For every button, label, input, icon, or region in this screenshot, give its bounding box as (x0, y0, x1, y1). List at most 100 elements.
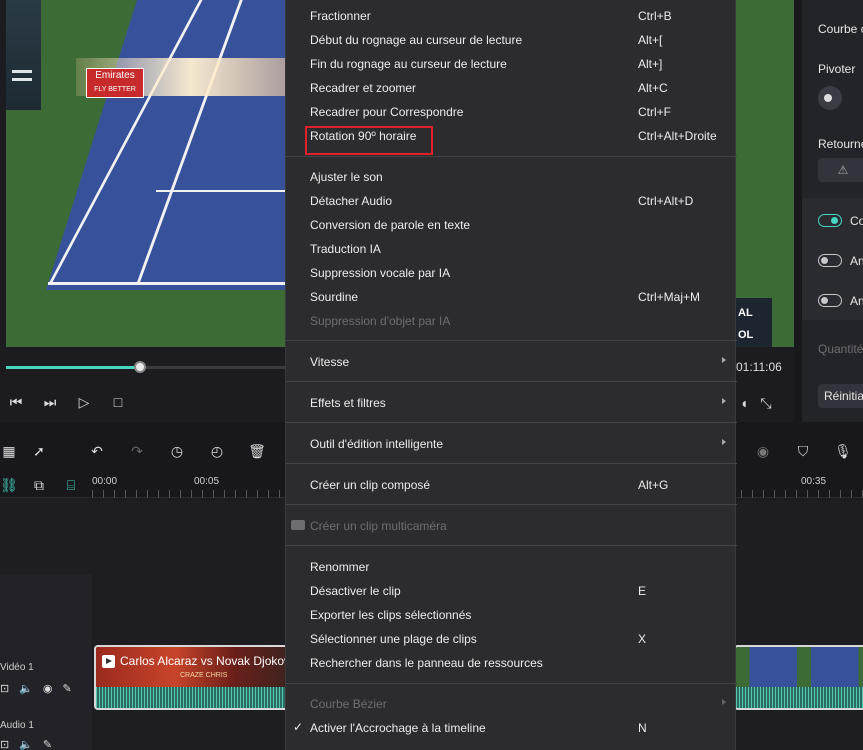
audio-waveform (736, 687, 863, 708)
menu-item-split[interactable]: Fractionner Ctrl+B (286, 4, 737, 28)
menu-item-shortcut: Ctrl+Alt+D (638, 194, 694, 208)
link-icon[interactable]: ⛓ (0, 476, 18, 494)
clip-play-icon (102, 655, 115, 668)
menu-item-adjust-audio[interactable]: Ajuster le son (286, 165, 737, 189)
preview-panel: Emirates FLY BETTER ⏮ ⏭ ▷ □ (0, 0, 290, 422)
menu-item-export-selected[interactable]: Exporter les clips sélectionnés (286, 603, 737, 627)
banner-subtext: FLY BETTER (94, 86, 136, 93)
menu-item-label: Sourdine (310, 290, 359, 304)
volume-icon[interactable]: ◖ (736, 395, 752, 411)
rotate-knob[interactable] (818, 86, 842, 110)
menu-item-find-in-resources[interactable]: Rechercher dans le panneau de ressources (286, 651, 737, 675)
timer-icon[interactable]: ◷ (168, 442, 186, 460)
quantity-label: Quantité (818, 342, 863, 356)
toggle-1-label: Co (850, 214, 863, 228)
render-icon[interactable]: ◉ (754, 442, 772, 460)
submenu-arrow-icon (722, 398, 726, 404)
snap-icon[interactable]: ⌸ (62, 476, 80, 494)
menu-item-effects-filters[interactable]: Effets et filtres (286, 391, 737, 415)
court-baseline (48, 282, 288, 285)
menu-item-label: Traduction IA (310, 242, 381, 256)
microphone-icon[interactable]: 🎙 (834, 442, 852, 460)
menu-item-speed[interactable]: Vitesse (286, 350, 737, 374)
menu-item-timeline-snapping[interactable]: ✓ Activer l'Accrochage à la timeline N (286, 716, 737, 740)
menu-item-label: Fin du rognage au curseur de lecture (310, 57, 507, 71)
magic-icon[interactable]: ✎ (43, 739, 62, 750)
menu-item-trim-end[interactable]: Fin du rognage au curseur de lecture Alt+… (286, 52, 737, 76)
next-frame-icon[interactable]: ⏭ (42, 394, 58, 410)
flip-icon: ⚠ (837, 163, 849, 177)
menu-item-shortcut: Alt+] (638, 57, 663, 71)
tick-label: 00:35 (801, 476, 827, 487)
video-clip-2[interactable] (734, 645, 863, 710)
menu-item-label: Outil d'édition intelligente (310, 437, 444, 451)
menu-separator (286, 504, 737, 505)
audio-icon[interactable]: 🔈 (19, 683, 43, 695)
audio-track-label: Audio 1 (0, 720, 34, 731)
fullscreen-icon[interactable]: ⤡ (758, 395, 774, 411)
lock-icon[interactable]: ⊡ (0, 739, 19, 750)
flip-button[interactable]: ⚠ (818, 158, 863, 182)
curve-label: Courbe c (818, 22, 863, 36)
stadium-board (6, 0, 41, 110)
menu-item-ai-vocal-removal[interactable]: Suppression vocale par IA (286, 261, 737, 285)
menu-item-detach-audio[interactable]: Détacher Audio Ctrl+Alt+D (286, 189, 737, 213)
toggle-2[interactable] (818, 254, 842, 267)
menu-item-shortcut: Alt+G (638, 478, 669, 492)
menu-item-label: Conversion de parole en texte (310, 218, 471, 232)
menu-item-crop-zoom[interactable]: Recadrer et zoomer Alt+C (286, 76, 737, 100)
shield-icon[interactable]: ⛉ (794, 442, 812, 460)
play-icon[interactable]: ▷ (76, 394, 92, 410)
tennis-court (46, 0, 290, 290)
properties-panel: Courbe c Pivoter Retourne ⚠ Co An An Qua… (802, 0, 863, 422)
menu-item-speech-to-text[interactable]: Conversion de parole en texte (286, 213, 737, 237)
menu-item-rename[interactable]: Renommer (286, 555, 737, 579)
menu-item-compound-clip[interactable]: Créer un clip composé Alt+G (286, 473, 737, 497)
menu-item-label: Effets et filtres (310, 396, 386, 410)
playhead-knob[interactable] (134, 361, 147, 373)
menu-item-select-range[interactable]: Sélectionner une plage de clips X (286, 627, 737, 651)
menu-item-smart-edit-tool[interactable]: Outil d'édition intelligente (286, 432, 737, 456)
video-editor-window: Emirates FLY BETTER ⏮ ⏭ ▷ □ AL OL 01:11:… (0, 0, 863, 750)
menu-item-mute[interactable]: Sourdine Ctrl+Maj+M (286, 285, 737, 309)
lock-icon[interactable]: ⊡ (0, 683, 19, 695)
menu-item-trim-start[interactable]: Début du rognage au curseur de lecture Al… (286, 28, 737, 52)
submenu-arrow-icon (722, 699, 726, 705)
transport-controls: ⏮ ⏭ ▷ □ (8, 394, 126, 412)
prev-frame-icon[interactable]: ⏮ (8, 394, 24, 410)
menu-item-shortcut: Alt+C (638, 81, 668, 95)
delete-icon[interactable]: 🗑 (248, 442, 266, 460)
menu-item-label: Suppression d'objet par IA (310, 314, 451, 328)
toggle-1[interactable] (818, 214, 842, 227)
clip-title: Carlos Alcaraz vs Novak Djokov (120, 654, 291, 668)
stop-icon[interactable]: □ (110, 394, 126, 410)
menu-separator (286, 545, 737, 546)
menu-item-label: Début du rognage au curseur de lecture (310, 33, 523, 47)
layout-grid-icon[interactable]: ▦ (0, 442, 18, 460)
toggle-2-label: An (850, 254, 863, 268)
video-preview[interactable]: Emirates FLY BETTER (6, 0, 290, 347)
magic-icon[interactable]: ✎ (63, 683, 82, 695)
context-menu: Fractionner Ctrl+B Début du rognage au cu… (285, 0, 737, 750)
speed-icon[interactable]: ◴ (208, 442, 226, 460)
redo-icon[interactable]: ↷ (128, 442, 146, 460)
menu-item-label: Rechercher dans le panneau de ressources (310, 656, 543, 670)
menu-item-label: Désactiver le clip (310, 584, 401, 598)
score-name-1: AL (738, 307, 753, 319)
audio-icon[interactable]: 🔈 (19, 739, 43, 750)
net-banner: Emirates FLY BETTER (86, 68, 144, 98)
menu-item-multicam-clip: Créer un clip multicaméra (286, 514, 737, 538)
menu-separator (286, 683, 737, 684)
undo-icon[interactable]: ↶ (88, 442, 106, 460)
menu-item-crop-fit[interactable]: Recadrer pour Correspondre Ctrl+F (286, 100, 737, 124)
select-tool-icon[interactable]: ➚ (30, 442, 48, 460)
video-clip[interactable]: Carlos Alcaraz vs Novak Djokov CRAZE CHR… (94, 645, 294, 710)
playback-progress-bar[interactable] (6, 361, 286, 373)
magnet-icon[interactable]: ⧉ (30, 476, 48, 494)
toggle-3[interactable] (818, 294, 842, 307)
reset-button[interactable]: Réinitia (818, 384, 863, 408)
menu-item-ai-translation[interactable]: Traduction IA (286, 237, 737, 261)
menu-item-disable-clip[interactable]: Désactiver le clip E (286, 579, 737, 603)
eye-icon[interactable]: ◉ (43, 683, 63, 695)
menu-item-bezier-curve: Courbe Bézier (286, 692, 737, 716)
